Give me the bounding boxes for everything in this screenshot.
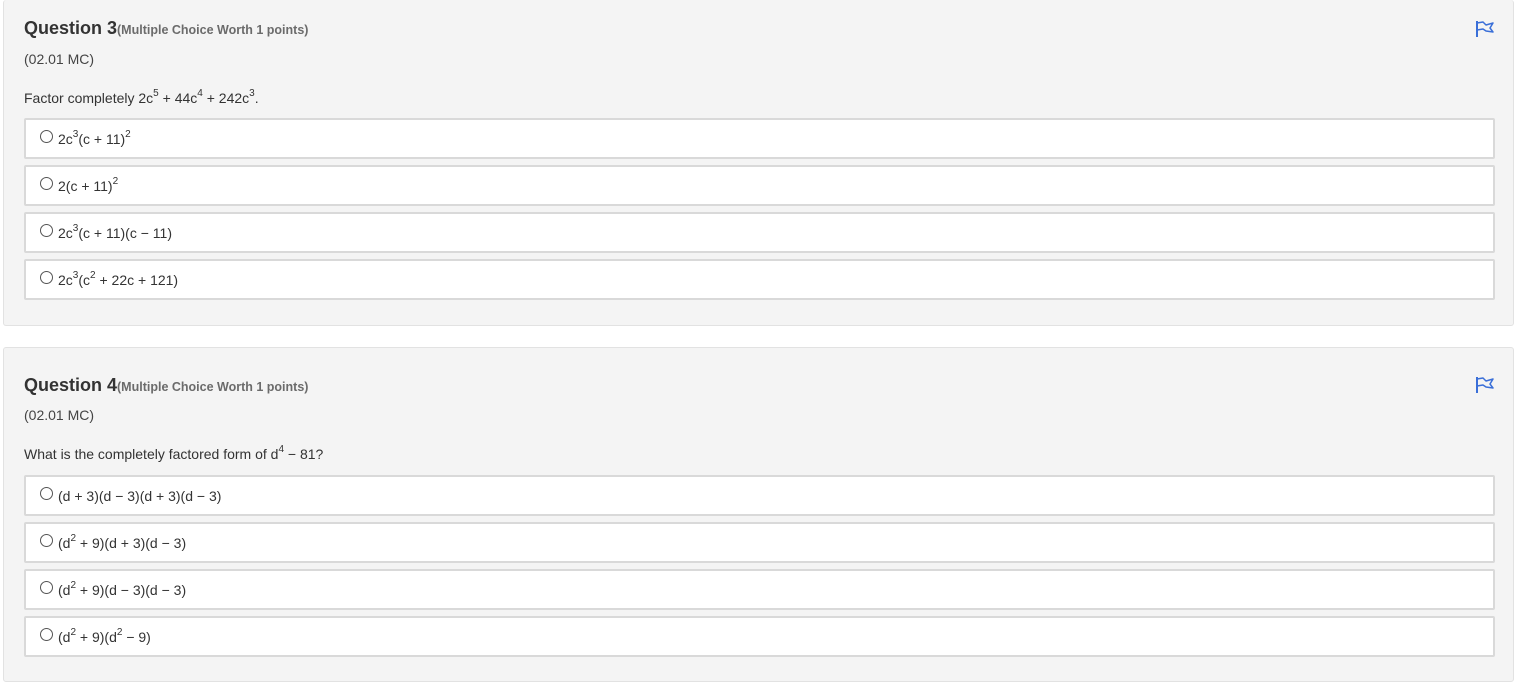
choice-label: (d2 + 9)(d2 − 9) — [58, 626, 151, 645]
choice-label: 2c3(c + 11)2 — [58, 128, 131, 147]
choice-label: (d2 + 9)(d − 3)(d − 3) — [58, 579, 187, 598]
question-points: (Multiple Choice Worth 1 points) — [117, 380, 309, 394]
flag-icon[interactable] — [1475, 376, 1495, 394]
answer-choice[interactable]: 2(c + 11)2 — [24, 165, 1495, 206]
question-card-3: Question 3(Multiple Choice Worth 1 point… — [3, 0, 1514, 326]
radio-button[interactable] — [40, 628, 53, 641]
question-title: Question 3(Multiple Choice Worth 1 point… — [24, 18, 308, 39]
question-points: (Multiple Choice Worth 1 points) — [117, 23, 309, 37]
flag-icon[interactable] — [1475, 20, 1495, 38]
radio-button[interactable] — [40, 224, 53, 237]
answer-choices: (d + 3)(d − 3)(d + 3)(d − 3) (d2 + 9)(d … — [24, 475, 1495, 663]
radio-button[interactable] — [40, 581, 53, 594]
radio-button[interactable] — [40, 271, 53, 284]
radio-button[interactable] — [40, 534, 53, 547]
choice-label: 2c3(c2 + 22c + 121) — [58, 269, 179, 288]
choice-label: (d2 + 9)(d + 3)(d − 3) — [58, 532, 187, 551]
choice-label: 2(c + 11)2 — [58, 175, 119, 194]
question-code: (02.01 MC) — [24, 51, 95, 67]
radio-button[interactable] — [40, 177, 53, 190]
answer-choice[interactable]: 2c3(c2 + 22c + 121) — [24, 259, 1495, 300]
choice-label: 2c3(c + 11)(c − 11) — [58, 222, 172, 241]
answer-choice[interactable]: 2c3(c + 11)(c − 11) — [24, 212, 1495, 253]
answer-choice[interactable]: 2c3(c + 11)2 — [24, 118, 1495, 159]
answer-choice[interactable]: (d2 + 9)(d + 3)(d − 3) — [24, 522, 1495, 563]
answer-choice[interactable]: (d + 3)(d − 3)(d + 3)(d − 3) — [24, 475, 1495, 516]
question-code: (02.01 MC) — [24, 407, 95, 423]
question-number: Question 4 — [24, 375, 118, 395]
radio-button[interactable] — [40, 487, 53, 500]
question-number: Question 3 — [24, 18, 118, 38]
question-title: Question 4(Multiple Choice Worth 1 point… — [24, 375, 308, 396]
question-prompt: What is the completely factored form of … — [24, 444, 324, 462]
answer-choices: 2c3(c + 11)2 2(c + 11)2 2c3(c + 11)(c − … — [24, 118, 1495, 306]
choice-label: (d + 3)(d − 3)(d + 3)(d − 3) — [58, 487, 222, 504]
radio-button[interactable] — [40, 130, 53, 143]
question-card-4: Question 4(Multiple Choice Worth 1 point… — [3, 347, 1514, 682]
answer-choice[interactable]: (d2 + 9)(d − 3)(d − 3) — [24, 569, 1495, 610]
answer-choice[interactable]: (d2 + 9)(d2 − 9) — [24, 616, 1495, 657]
question-prompt: Factor completely 2c5 + 44c4 + 242c3. — [24, 88, 259, 106]
